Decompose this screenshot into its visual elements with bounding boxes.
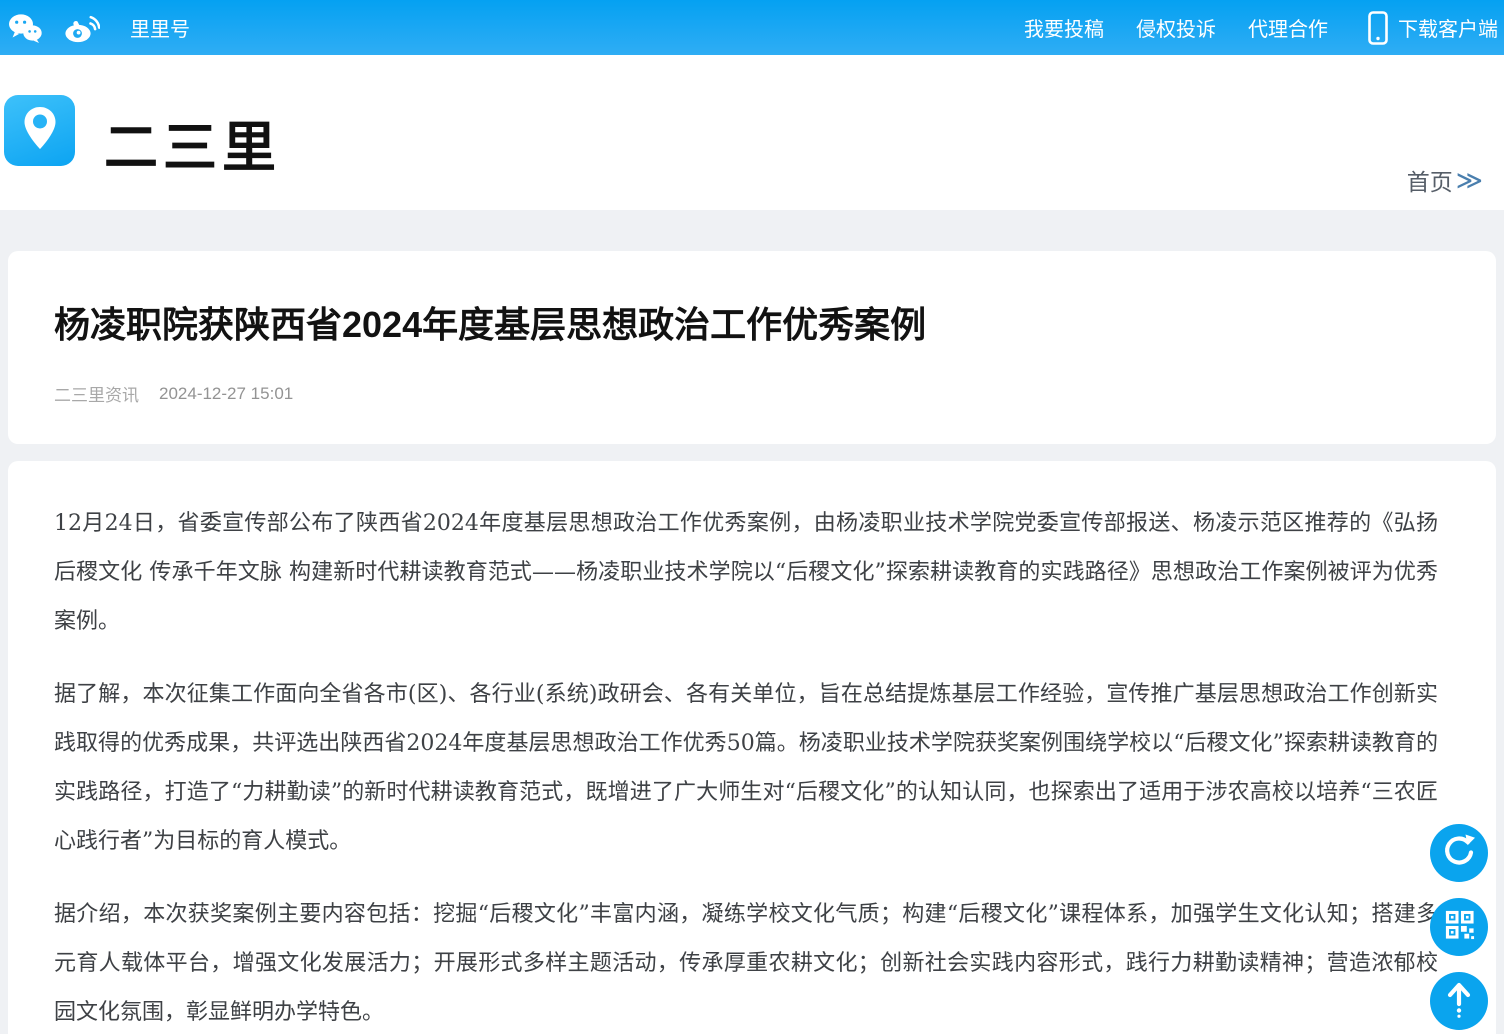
wechat-icon[interactable] — [8, 13, 42, 43]
nav-link-agency[interactable]: 代理合作 — [1248, 13, 1328, 42]
site-header: 二三里 首页 ≫ — [0, 55, 1504, 210]
nav-link-report[interactable]: 侵权投诉 — [1136, 13, 1216, 42]
phone-icon — [1368, 11, 1388, 45]
up-arrow-icon — [1442, 979, 1476, 1024]
home-label: 首页 — [1407, 163, 1453, 197]
topbar-left-group: 里里号 — [8, 13, 190, 43]
fab-qrcode-button[interactable] — [1430, 898, 1488, 956]
nav-link-submit[interactable]: 我要投稿 — [1024, 13, 1104, 42]
site-logo[interactable] — [4, 95, 75, 166]
article-date: 2024-12-27 15:01 — [159, 384, 293, 404]
download-client-label: 下载客户端 — [1398, 13, 1498, 42]
article-title: 杨凌职院获陕西省2024年度基层思想政治工作优秀案例 — [54, 303, 1450, 347]
fab-back-to-top-button[interactable] — [1430, 972, 1488, 1030]
article-paragraph: 12月24日，省委宣传部公布了陕西省2024年度基层思想政治工作优秀案例，由杨凌… — [54, 499, 1438, 646]
article-title-card: 杨凌职院获陕西省2024年度基层思想政治工作优秀案例 二三里资讯 2024-12… — [8, 251, 1496, 444]
topbar-right-group: 我要投稿 侵权投诉 代理合作 下载客户端 — [992, 11, 1498, 45]
download-client-link[interactable]: 下载客户端 — [1368, 11, 1498, 45]
double-chevron-icon: ≫ — [1456, 167, 1483, 193]
topbar: 里里号 我要投稿 侵权投诉 代理合作 下载客户端 — [0, 0, 1504, 55]
refresh-icon — [1441, 833, 1477, 874]
main-content: 杨凌职院获陕西省2024年度基层思想政治工作优秀案例 二三里资讯 2024-12… — [0, 210, 1504, 1034]
floating-button-stack — [1430, 824, 1488, 1030]
channel-link[interactable]: 里里号 — [130, 13, 190, 42]
qrcode-icon — [1443, 908, 1476, 946]
article-paragraph: 据了解，本次征集工作面向全省各市(区)、各行业(系统)政研会、各有关单位，旨在总… — [54, 670, 1438, 866]
article-byline: 二三里资讯 2024-12-27 15:01 — [54, 381, 1450, 406]
weibo-icon[interactable] — [64, 13, 100, 43]
fab-refresh-button[interactable] — [1430, 824, 1488, 882]
location-pin-icon — [17, 103, 63, 158]
brand-title[interactable]: 二三里 — [104, 103, 281, 182]
article-body-card: 12月24日，省委宣传部公布了陕西省2024年度基层思想政治工作优秀案例，由杨凌… — [8, 461, 1496, 1034]
home-link[interactable]: 首页 ≫ — [1407, 163, 1483, 197]
article-paragraph: 据介绍，本次获奖案例主要内容包括：挖掘“后稷文化”丰富内涵，凝练学校文化气质；构… — [54, 890, 1438, 1034]
article-source: 二三里资讯 — [54, 381, 139, 406]
